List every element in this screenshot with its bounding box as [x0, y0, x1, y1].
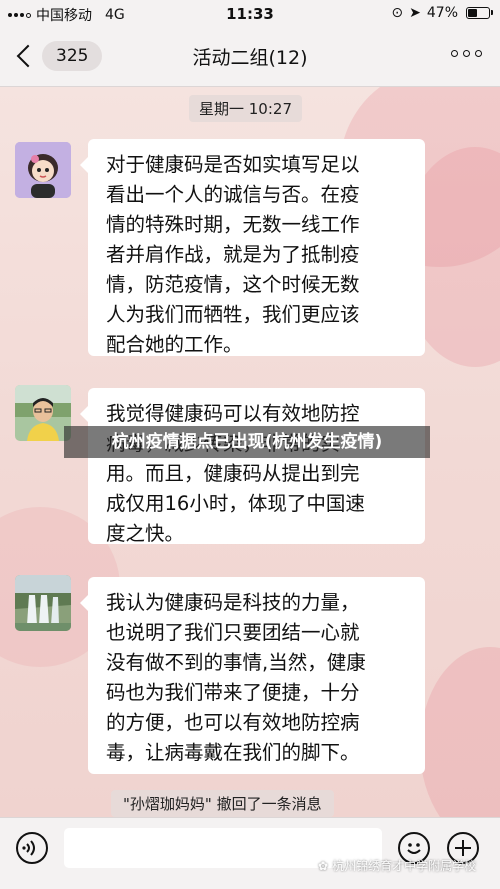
- nav-bar: 325 活动二组(12): [0, 28, 500, 87]
- more-dot-icon: [451, 50, 458, 57]
- chat-title: 活动二组(12): [192, 47, 308, 69]
- message-bubble[interactable]: 对于健康码是否如实填写足以 看出一个人的诚信与否。在疫 情的特殊时期，无数一线工…: [80, 139, 425, 356]
- source-watermark-text: 杭州锦绣育才中学附属学校: [332, 859, 477, 873]
- watermark-banner: 杭州疫情据点已出现(杭州发生疫情): [64, 426, 430, 458]
- waterfall-avatar[interactable]: [15, 575, 71, 631]
- location-icon: ➤: [409, 5, 421, 21]
- man-photo-avatar[interactable]: [15, 385, 71, 441]
- more-dot-icon: [463, 50, 470, 57]
- voice-icon: [22, 840, 35, 856]
- status-right: ⊙ ➤ 47%: [391, 5, 493, 21]
- time-divider: 星期一 10:27: [189, 95, 302, 122]
- message-bubble[interactable]: 我认为健康码是科技的力量， 也说明了我们只要团结一心就 没有做不到的事情,当然，…: [80, 577, 425, 774]
- battery-fill: [468, 9, 477, 17]
- more-options-button[interactable]: [451, 50, 482, 57]
- voice-button[interactable]: [16, 832, 48, 864]
- wechat-icon: ✿: [318, 858, 329, 873]
- message-bubble[interactable]: 我觉得健康码可以有效地防控 病毒，减少传染，非常的实 用。而且，健康码从提出到完…: [80, 388, 425, 545]
- more-dot-icon: [475, 50, 482, 57]
- cartoon-girl-avatar[interactable]: [15, 142, 71, 198]
- rotation-lock-icon: ⊙: [391, 5, 404, 21]
- battery-icon: [466, 7, 493, 19]
- background-heart-shape: [420, 647, 500, 817]
- recall-notice: "孙熠珈妈妈" 撤回了一条消息: [111, 790, 334, 817]
- status-bar: 中国移动 4G 11:33 ⊙ ➤ 47%: [0, 0, 500, 28]
- source-watermark: ✿ 杭州锦绣育才中学附属学校: [318, 857, 476, 874]
- input-bar: [0, 817, 500, 889]
- battery-percent: 47%: [426, 5, 458, 21]
